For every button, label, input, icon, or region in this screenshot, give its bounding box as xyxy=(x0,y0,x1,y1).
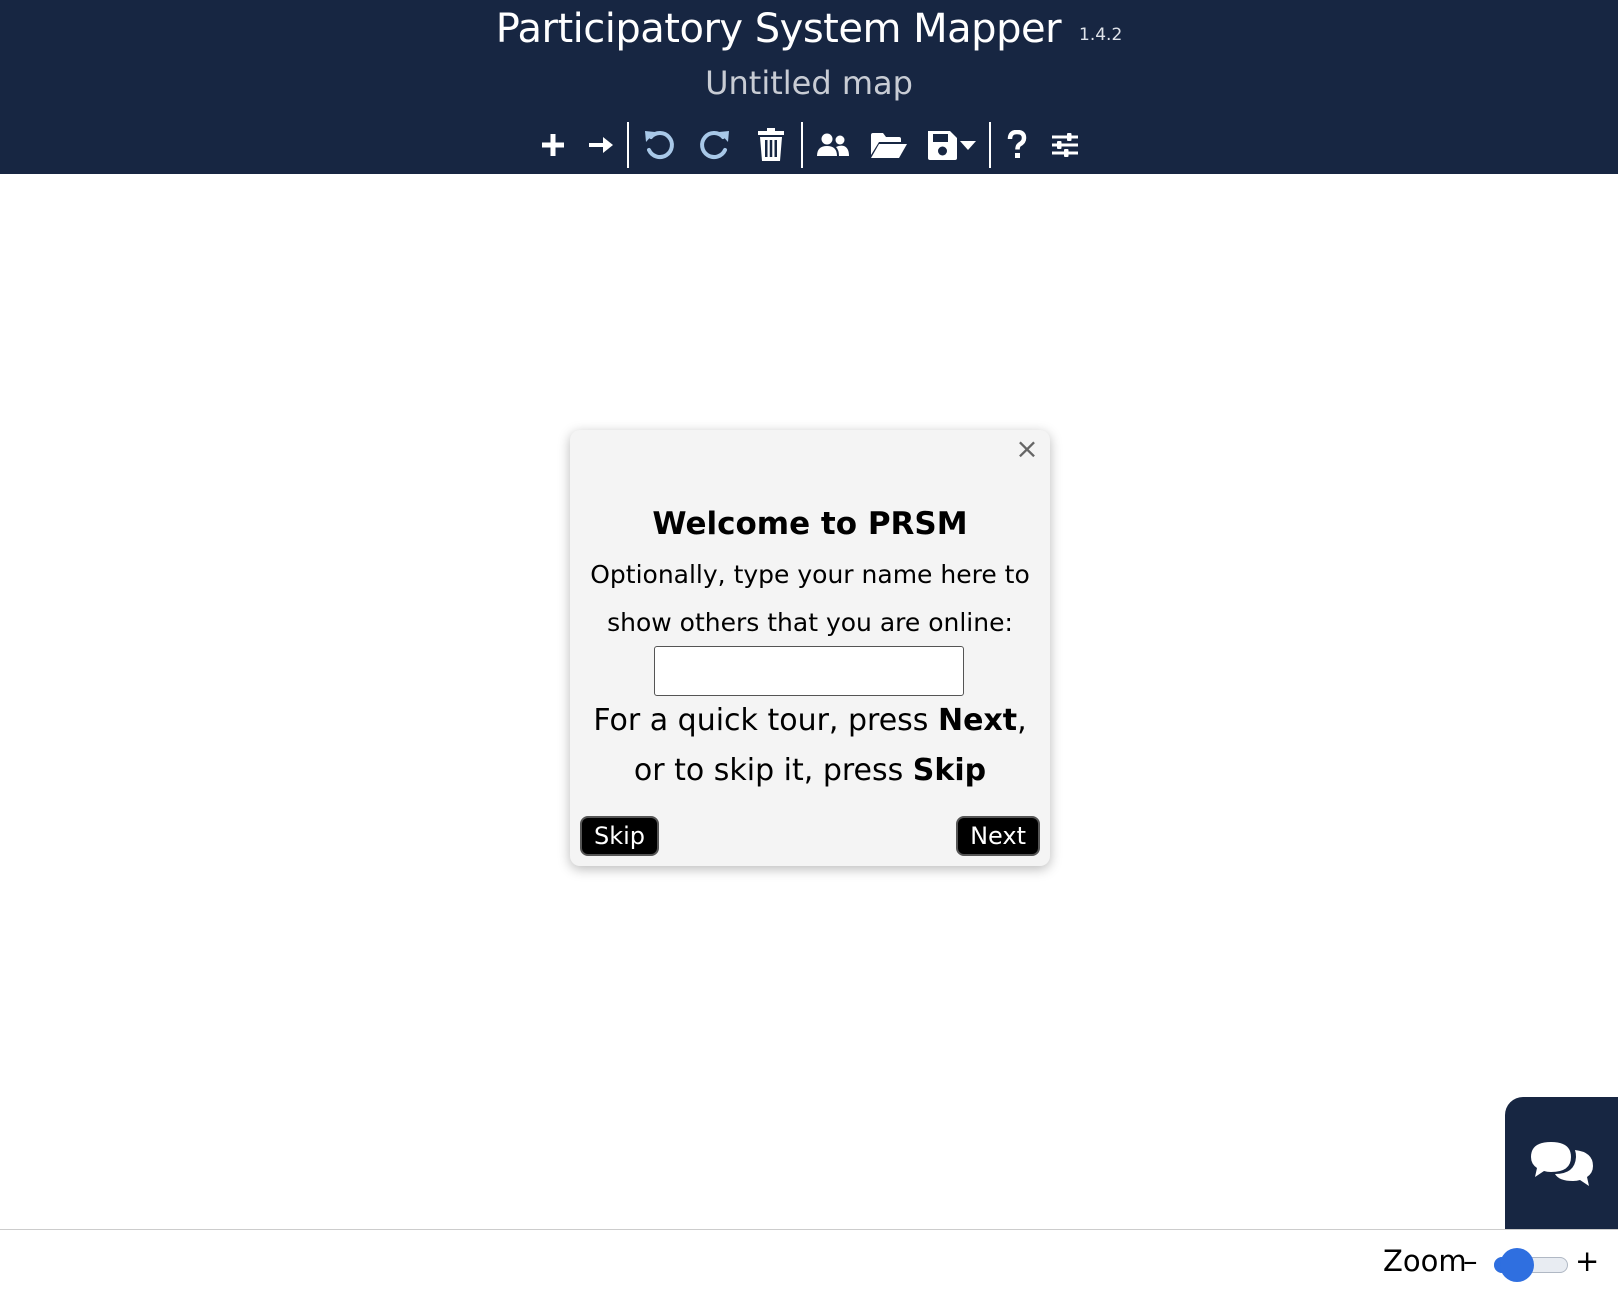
open-file-button[interactable] xyxy=(861,122,917,168)
skip-prefix: or to skip it, press xyxy=(633,753,913,788)
save-button[interactable] xyxy=(917,122,987,168)
welcome-dialog: × Welcome to PRSM Optionally, type your … xyxy=(570,430,1050,866)
share-icon xyxy=(817,133,849,156)
add-node-button[interactable] xyxy=(529,122,577,168)
toolbar xyxy=(0,120,1618,170)
user-name-input[interactable] xyxy=(654,646,964,696)
save-icon xyxy=(928,131,976,160)
zoom-in-symbol: + xyxy=(1575,1244,1600,1278)
add-link-button[interactable] xyxy=(577,122,625,168)
toolbar-separator xyxy=(801,122,803,168)
tour-comma: , xyxy=(1017,703,1027,738)
dialog-prompt: Optionally, type your name here to show … xyxy=(590,551,1030,647)
chat-icon xyxy=(1530,1142,1593,1186)
skip-word: Skip xyxy=(912,753,987,788)
tour-line-1: For a quick tour, press Next, xyxy=(580,696,1040,746)
delete-button[interactable] xyxy=(743,122,799,168)
open-file-icon xyxy=(871,133,907,158)
zoom-label: Zoom xyxy=(1383,1244,1467,1278)
toolbar-separator xyxy=(989,122,991,168)
settings-icon xyxy=(1052,133,1078,157)
toolbar-separator xyxy=(627,122,629,168)
redo-icon xyxy=(700,131,729,160)
zoom-out-symbol: – xyxy=(1463,1244,1478,1278)
skip-button[interactable]: Skip xyxy=(580,816,660,856)
help-button[interactable] xyxy=(993,122,1041,168)
version-label: 1.4.2 xyxy=(1079,25,1123,45)
prompt-line-1: Optionally, type your name here to xyxy=(590,560,1030,589)
help-icon xyxy=(1007,130,1027,158)
dialog-tour-text: For a quick tour, press Next, or to skip… xyxy=(580,696,1040,796)
tour-next-word: Next xyxy=(937,703,1018,738)
dialog-title: Welcome to PRSM xyxy=(652,506,968,542)
settings-button[interactable] xyxy=(1041,122,1089,168)
undo-icon xyxy=(645,131,674,160)
navbar: Participatory System Mapper 1.4.2 Untitl… xyxy=(0,0,1618,174)
prompt-line-2: show others that you are online: xyxy=(607,608,1013,637)
app-title: Participatory System Mapper xyxy=(495,6,1062,52)
add-link-icon xyxy=(589,137,613,153)
zoom-slider-thumb[interactable] xyxy=(1500,1248,1534,1282)
tour-line-2: or to skip it, press Skip xyxy=(580,746,1040,796)
redo-button[interactable] xyxy=(687,122,743,168)
add-node-icon xyxy=(542,134,564,156)
map-title[interactable]: Untitled map xyxy=(0,64,1618,102)
footer-bar: Zoom – + xyxy=(0,1229,1618,1298)
chat-button[interactable] xyxy=(1505,1097,1618,1229)
share-button[interactable] xyxy=(805,122,861,168)
app-title-row: Participatory System Mapper 1.4.2 xyxy=(0,0,1618,58)
tour-prefix: For a quick tour, press xyxy=(593,703,938,738)
undo-button[interactable] xyxy=(631,122,687,168)
next-button[interactable]: Next xyxy=(956,816,1040,856)
delete-icon xyxy=(758,128,784,161)
close-icon[interactable]: × xyxy=(1010,432,1044,466)
